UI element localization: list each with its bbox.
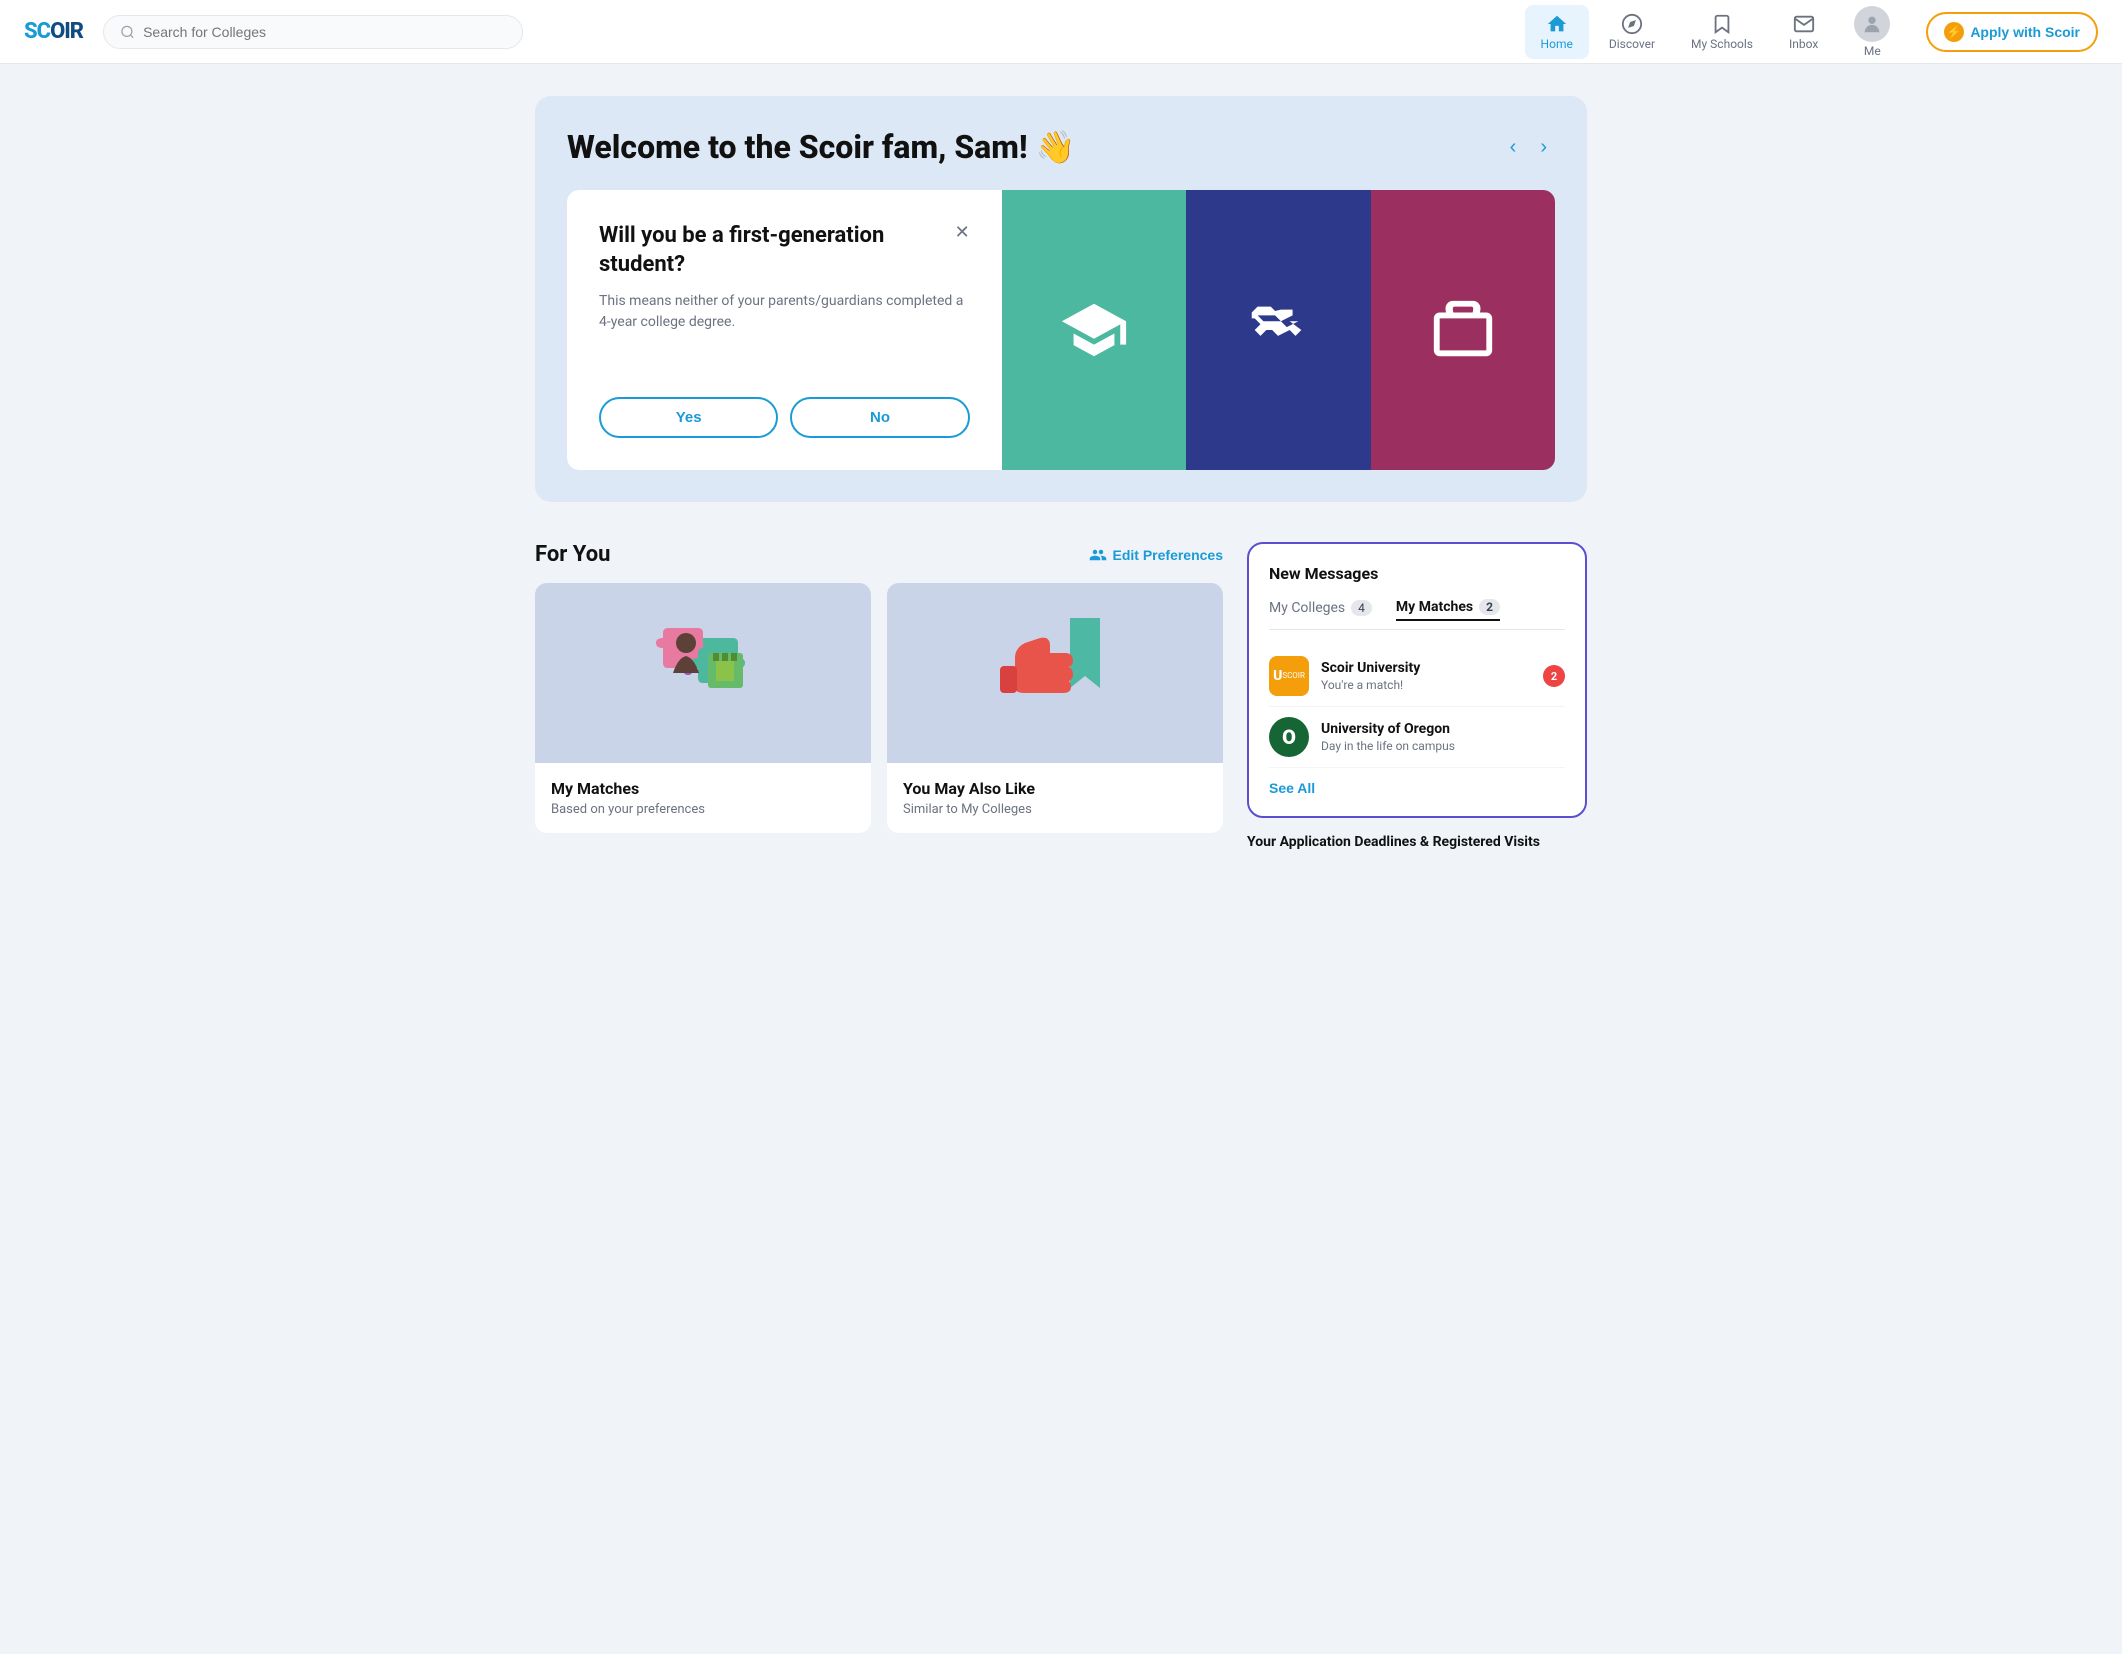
feature-cards: My Matches Based on your preferences — [535, 583, 1223, 833]
see-all-button[interactable]: See All — [1269, 780, 1315, 796]
deadlines-title: Your Application Deadlines & Registered … — [1247, 834, 1587, 850]
briefcase-icon — [1428, 295, 1498, 365]
msg-tab-my-colleges-count: 4 — [1351, 600, 1372, 616]
university-of-oregon-name: University of Oregon — [1321, 721, 1565, 737]
question-card-header: Will you be a first-generation student? … — [599, 222, 970, 279]
inbox-icon — [1793, 13, 1815, 35]
apply-btn-label: Apply with Scoir — [1970, 24, 2080, 40]
message-item-university-of-oregon[interactable]: O University of Oregon Day in the life o… — [1269, 707, 1565, 768]
nav-item-inbox[interactable]: Inbox — [1773, 5, 1834, 59]
navbar: SCOIR Home Discover My School — [0, 0, 2122, 64]
yes-button[interactable]: Yes — [599, 397, 778, 438]
scoir-university-preview: You're a match! — [1321, 678, 1531, 692]
scoir-university-info: Scoir University You're a match! — [1321, 660, 1531, 692]
my-matches-card[interactable]: My Matches Based on your preferences — [535, 583, 871, 833]
home-icon — [1546, 13, 1568, 35]
nav-item-home[interactable]: Home — [1525, 5, 1589, 59]
for-you-title: For You — [535, 542, 610, 567]
search-icon — [120, 24, 135, 40]
for-you-header: For You Edit Preferences — [535, 542, 1223, 567]
nav-label-home: Home — [1541, 37, 1573, 51]
puzzle-illustration — [618, 598, 788, 748]
msg-tab-my-matches-count: 2 — [1479, 599, 1500, 615]
message-tabs: My Colleges 4 My Matches 2 — [1269, 599, 1565, 630]
welcome-title: Welcome to the Scoir fam, Sam! 👋 — [567, 128, 1075, 166]
apply-lightning-icon: ⚡ — [1944, 22, 1964, 42]
university-of-oregon-info: University of Oregon Day in the life on … — [1321, 721, 1565, 753]
search-bar[interactable] — [103, 15, 523, 49]
msg-tab-my-matches[interactable]: My Matches 2 — [1396, 599, 1500, 621]
avatar — [1854, 6, 1890, 42]
nav-item-me[interactable]: Me — [1838, 0, 1906, 66]
carousel-arrows: ‹ › — [1502, 132, 1555, 163]
handshake-icon — [1243, 295, 1313, 365]
question-actions: Yes No — [599, 397, 970, 438]
graduation-icon — [1059, 295, 1129, 365]
prev-arrow-button[interactable]: ‹ — [1502, 132, 1525, 163]
nav-label-me: Me — [1864, 44, 1881, 58]
question-description: This means neither of your parents/guard… — [599, 291, 970, 333]
scoir-university-name: Scoir University — [1321, 660, 1531, 676]
nav-label-inbox: Inbox — [1789, 37, 1818, 51]
apply-with-scoir-button[interactable]: ⚡ Apply with Scoir — [1926, 12, 2098, 52]
you-may-also-like-image — [887, 583, 1223, 763]
right-panel: New Messages My Colleges 4 My Matches 2 … — [1247, 542, 1587, 850]
my-matches-title: My Matches — [551, 779, 855, 798]
you-may-also-like-subtitle: Similar to My Colleges — [903, 802, 1207, 817]
msg-tab-my-matches-label: My Matches — [1396, 599, 1473, 615]
messages-title: New Messages — [1269, 564, 1565, 583]
icon-card-briefcase[interactable] — [1371, 190, 1555, 470]
question-card: Will you be a first-generation student? … — [567, 190, 1002, 470]
scoir-university-logo: USCOIR — [1269, 656, 1309, 696]
msg-tab-my-colleges-label: My Colleges — [1269, 600, 1345, 616]
main-content: Welcome to the Scoir fam, Sam! 👋 ‹ › Wil… — [511, 64, 1611, 882]
no-button[interactable]: No — [790, 397, 969, 438]
my-matches-image — [535, 583, 871, 763]
search-input[interactable] — [143, 24, 506, 40]
welcome-cards-row: Will you be a first-generation student? … — [567, 190, 1555, 470]
bookmark-icon — [1711, 13, 1733, 35]
question-title: Will you be a first-generation student? — [599, 222, 914, 279]
for-you-section: For You Edit Preferences — [535, 542, 1587, 850]
university-of-oregon-logo: O — [1269, 717, 1309, 757]
next-arrow-button[interactable]: › — [1532, 132, 1555, 163]
scoir-university-unread-badge: 2 — [1543, 665, 1565, 687]
you-may-also-like-card[interactable]: You May Also Like Similar to My Colleges — [887, 583, 1223, 833]
thumbs-illustration — [975, 598, 1135, 748]
icon-card-graduation[interactable] — [1002, 190, 1186, 470]
messages-card: New Messages My Colleges 4 My Matches 2 … — [1247, 542, 1587, 818]
my-matches-subtitle: Based on your preferences — [551, 802, 855, 817]
for-you-left: For You Edit Preferences — [535, 542, 1223, 833]
welcome-header: Welcome to the Scoir fam, Sam! 👋 ‹ › — [567, 128, 1555, 166]
edit-prefs-icon — [1089, 546, 1107, 564]
msg-tab-my-colleges[interactable]: My Colleges 4 — [1269, 599, 1372, 621]
my-matches-info: My Matches Based on your preferences — [535, 763, 871, 833]
edit-preferences-button[interactable]: Edit Preferences — [1089, 546, 1224, 564]
you-may-also-like-info: You May Also Like Similar to My Colleges — [887, 763, 1223, 833]
university-of-oregon-preview: Day in the life on campus — [1321, 739, 1565, 753]
nav-label-discover: Discover — [1609, 37, 1655, 51]
edit-prefs-label: Edit Preferences — [1113, 547, 1224, 563]
close-question-button[interactable]: ✕ — [955, 222, 970, 243]
nav-label-my-schools: My Schools — [1691, 37, 1753, 51]
you-may-also-like-title: You May Also Like — [903, 779, 1207, 798]
nav-item-discover[interactable]: Discover — [1593, 5, 1671, 59]
message-item-scoir-university[interactable]: USCOIR Scoir University You're a match! … — [1269, 646, 1565, 707]
logo[interactable]: SCOIR — [24, 19, 83, 44]
icon-card-handshake[interactable] — [1186, 190, 1370, 470]
nav-links: Home Discover My Schools Inbox — [1525, 0, 2098, 66]
discover-icon — [1621, 13, 1643, 35]
nav-item-my-schools[interactable]: My Schools — [1675, 5, 1769, 59]
welcome-section: Welcome to the Scoir fam, Sam! 👋 ‹ › Wil… — [535, 96, 1587, 502]
